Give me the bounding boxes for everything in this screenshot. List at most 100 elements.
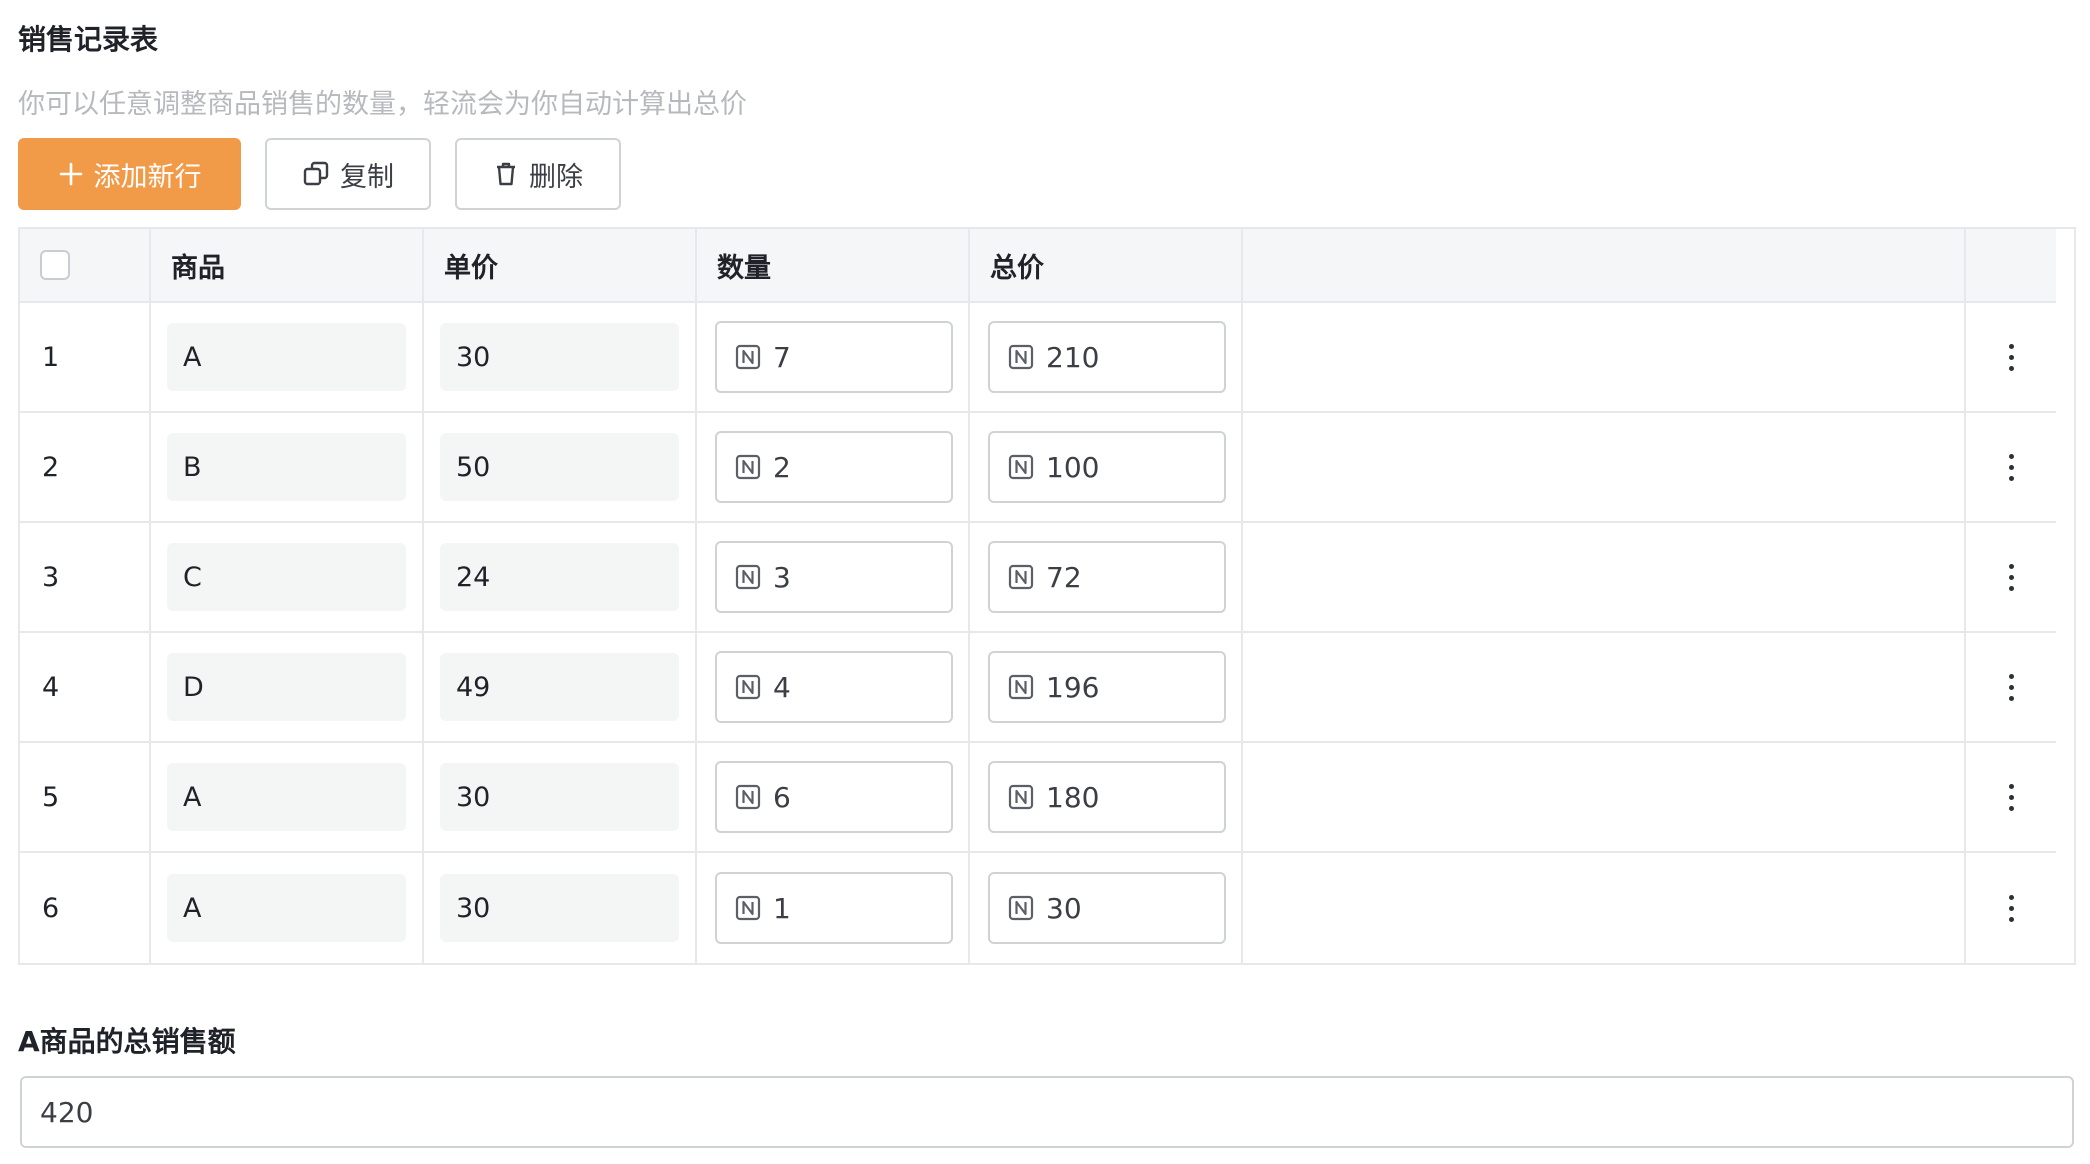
product-value: C — [167, 543, 406, 611]
quantity-input[interactable]: 3 — [715, 541, 953, 613]
price-cell: 30 — [424, 743, 697, 851]
column-header-actions — [1966, 229, 2056, 301]
row-index-cell: 4 — [20, 633, 151, 741]
product-cell: A — [151, 303, 424, 411]
quantity-value: 3 — [773, 560, 791, 594]
quantity-value: 7 — [773, 340, 791, 374]
column-header-label: 数量 — [717, 252, 771, 284]
table-row: 5 A 30 6 180 — [20, 743, 2056, 853]
more-vertical-icon[interactable] — [1999, 778, 2024, 817]
quantity-input[interactable]: 7 — [715, 321, 953, 393]
total-input[interactable]: 210 — [988, 321, 1226, 393]
product-value: A — [167, 763, 406, 831]
quantity-cell: 3 — [697, 523, 970, 631]
number-field-icon — [735, 454, 761, 480]
column-header-price: 单价 — [424, 229, 697, 301]
price-cell: 30 — [424, 853, 697, 963]
table-row: 1 A 30 7 210 — [20, 303, 2056, 413]
row-actions-cell — [1966, 853, 2056, 963]
table-header-row: 商品 单价 数量 总价 — [20, 229, 2056, 303]
delete-button[interactable]: 删除 — [455, 138, 621, 210]
row-index-cell: 6 — [20, 853, 151, 963]
quantity-cell: 4 — [697, 633, 970, 741]
total-cell: 72 — [970, 523, 1243, 631]
copy-label: 复制 — [340, 161, 394, 193]
total-value: 72 — [1046, 560, 1082, 594]
plus-icon — [58, 161, 84, 187]
copy-button[interactable]: 复制 — [265, 138, 431, 210]
quantity-value: 4 — [773, 670, 791, 704]
column-header-spacer — [1243, 229, 1966, 301]
more-vertical-icon[interactable] — [1999, 889, 2024, 928]
total-input[interactable]: 180 — [988, 761, 1226, 833]
row-actions-cell — [1966, 743, 2056, 851]
column-header-product: 商品 — [151, 229, 424, 301]
row-index: 6 — [42, 892, 60, 924]
spacer-cell — [1243, 413, 1966, 521]
row-actions-cell — [1966, 413, 2056, 521]
number-field-icon — [1008, 454, 1034, 480]
total-cell: 196 — [970, 633, 1243, 741]
price-value: 30 — [440, 763, 679, 831]
table-toolbar: 添加新行 复制 删除 — [18, 138, 621, 210]
total-input[interactable]: 196 — [988, 651, 1226, 723]
total-value: 100 — [1046, 450, 1100, 484]
product-value: A — [167, 323, 406, 391]
quantity-cell: 1 — [697, 853, 970, 963]
quantity-input[interactable]: 4 — [715, 651, 953, 723]
table-row: 6 A 30 1 30 — [20, 853, 2056, 963]
spacer-cell — [1243, 853, 1966, 963]
total-input[interactable]: 72 — [988, 541, 1226, 613]
more-vertical-icon[interactable] — [1999, 558, 2024, 597]
summary-field[interactable]: 420 — [20, 1076, 2074, 1148]
product-cell: A — [151, 743, 424, 851]
row-index: 3 — [42, 561, 60, 593]
quantity-input[interactable]: 6 — [715, 761, 953, 833]
product-value: A — [167, 874, 406, 942]
total-input[interactable]: 100 — [988, 431, 1226, 503]
spacer-cell — [1243, 633, 1966, 741]
spacer-cell — [1243, 303, 1966, 411]
spacer-cell — [1243, 523, 1966, 631]
sales-table: 商品 单价 数量 总价 1 A 30 7 210 2 B 50 2 100 3 — [18, 227, 2076, 965]
quantity-value: 1 — [773, 891, 791, 925]
more-vertical-icon[interactable] — [1999, 338, 2024, 377]
row-index-cell: 2 — [20, 413, 151, 521]
total-value: 196 — [1046, 670, 1100, 704]
spacer-cell — [1243, 743, 1966, 851]
row-index: 5 — [42, 781, 60, 813]
number-field-icon — [1008, 674, 1034, 700]
price-cell: 49 — [424, 633, 697, 741]
row-actions-cell — [1966, 523, 2056, 631]
price-cell: 30 — [424, 303, 697, 411]
total-input[interactable]: 30 — [988, 872, 1226, 944]
quantity-cell: 2 — [697, 413, 970, 521]
delete-label: 删除 — [529, 161, 583, 193]
row-index: 1 — [42, 341, 60, 373]
price-cell: 50 — [424, 413, 697, 521]
price-value: 30 — [440, 323, 679, 391]
more-vertical-icon[interactable] — [1999, 448, 2024, 487]
form-title: 销售记录表 — [18, 23, 159, 56]
quantity-value: 6 — [773, 780, 791, 814]
row-actions-cell — [1966, 303, 2056, 411]
trash-icon — [493, 160, 519, 188]
price-cell: 24 — [424, 523, 697, 631]
price-value: 30 — [440, 874, 679, 942]
table-row: 3 C 24 3 72 — [20, 523, 2056, 633]
quantity-input[interactable]: 2 — [715, 431, 953, 503]
table-row: 4 D 49 4 196 — [20, 633, 2056, 743]
price-value: 49 — [440, 653, 679, 721]
quantity-input[interactable]: 1 — [715, 872, 953, 944]
total-cell: 180 — [970, 743, 1243, 851]
number-field-icon — [735, 895, 761, 921]
column-header-label: 单价 — [444, 252, 498, 284]
number-field-icon — [1008, 784, 1034, 810]
summary-value: 420 — [40, 1095, 94, 1129]
select-all-checkbox[interactable] — [40, 250, 70, 280]
quantity-value: 2 — [773, 450, 791, 484]
add-row-button[interactable]: 添加新行 — [18, 138, 241, 210]
column-header-total: 总价 — [970, 229, 1243, 301]
more-vertical-icon[interactable] — [1999, 668, 2024, 707]
number-field-icon — [1008, 895, 1034, 921]
